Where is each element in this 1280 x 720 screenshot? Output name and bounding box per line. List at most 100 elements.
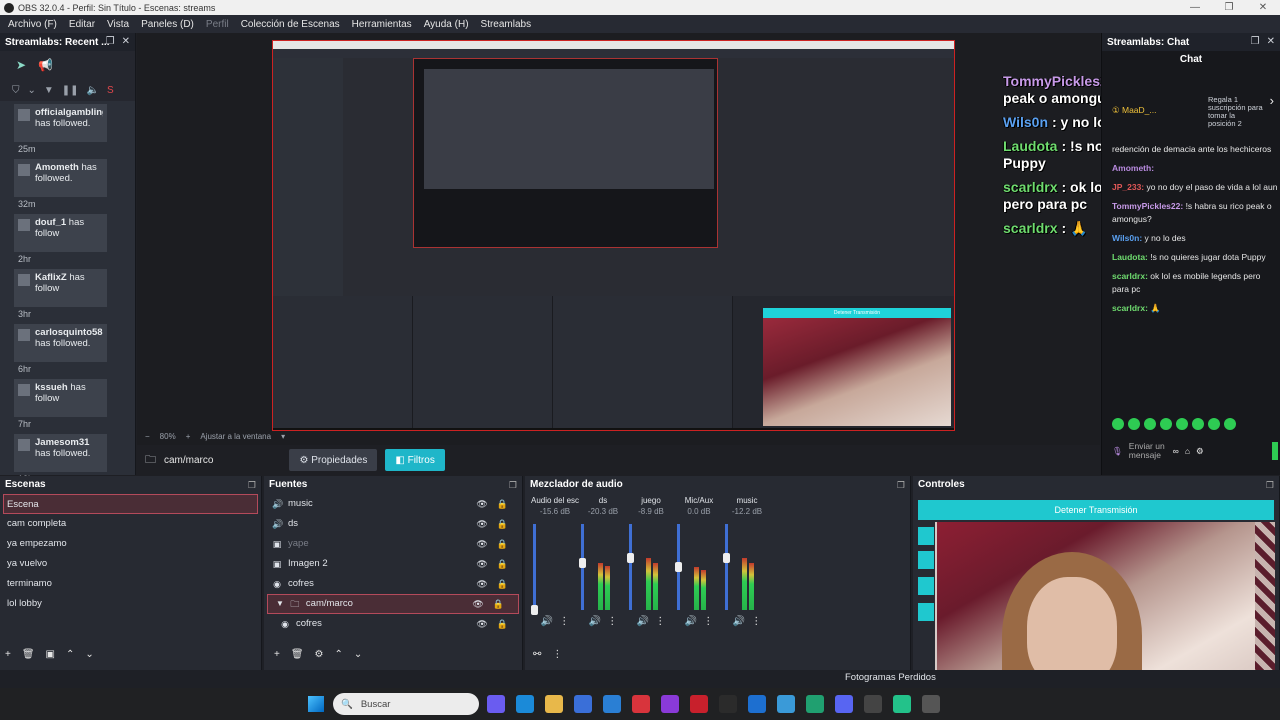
menu-vista[interactable]: Vista (101, 19, 135, 30)
menu-perfil[interactable]: Perfil (200, 19, 235, 30)
stream-preview[interactable]: Detener Transmisión (272, 40, 955, 431)
shield-icon[interactable]: ⛉ (12, 85, 20, 96)
top-supporter[interactable]: ① MaaD_... (1112, 105, 1157, 116)
pause-icon[interactable]: ❚❚ (62, 85, 79, 96)
lock-icon[interactable]: 🔒 (497, 494, 508, 514)
opera-icon[interactable] (632, 695, 650, 713)
fit-label[interactable]: Ajustar a la ventana (200, 432, 271, 441)
event-item[interactable]: Amometh has followed. (14, 159, 107, 197)
streamlabs-icon[interactable]: S (107, 85, 114, 96)
menu-herramientas[interactable]: Herramientas (346, 19, 418, 30)
arrow-up-icon[interactable]: ⌃ (66, 649, 74, 660)
source-item[interactable]: 🔊 ds 👁 🔒 (264, 514, 522, 534)
speaker-icon[interactable]: 🔊 (637, 616, 649, 627)
chat-user[interactable]: Wils0n: (1112, 233, 1142, 243)
more-icon[interactable]: ⋮ (751, 616, 761, 627)
gear-icon[interactable]: ⚙ (1196, 446, 1204, 457)
filter-icon[interactable]: ▼ (44, 85, 54, 96)
event-item[interactable]: Jamesom31 has followed. (14, 434, 107, 472)
app-icon[interactable] (661, 695, 679, 713)
arrow-down-icon[interactable]: ⌄ (354, 649, 362, 660)
mic-icon[interactable]: 🎙 (1112, 446, 1123, 457)
eye-icon[interactable]: 👁 (476, 514, 487, 534)
lock-icon[interactable]: 🔒 (497, 514, 508, 534)
float-icon[interactable]: ❐ (1266, 476, 1274, 494)
event-item[interactable]: douf_1 has follow (14, 214, 107, 252)
megaphone-icon[interactable]: 📢 (38, 58, 53, 72)
lock-icon[interactable]: 🔒 (497, 574, 508, 594)
scene-item[interactable]: terminamo (0, 574, 261, 594)
add-icon[interactable]: + (5, 649, 11, 660)
emote-icon[interactable] (1208, 418, 1220, 430)
chevron-down-icon[interactable]: ⌄ (28, 85, 36, 96)
more-icon[interactable]: ⋮ (607, 616, 617, 627)
source-item[interactable]: ▣ yape 👁 🔒 (264, 534, 522, 554)
emote-icon[interactable] (1192, 418, 1204, 430)
scene-item[interactable]: lol lobby (0, 594, 261, 614)
volume-slider-track[interactable] (725, 524, 728, 610)
chat-user[interactable]: Laudota: (1112, 252, 1148, 262)
chevron-down-icon[interactable]: ▼ (276, 594, 284, 614)
trash-icon[interactable]: 🗑 (291, 649, 304, 660)
event-item[interactable]: officialgamblinga has followed. (14, 104, 107, 142)
volume-slider-track[interactable] (533, 524, 536, 610)
source-item[interactable]: ◉ cofres 👁 🔒 (264, 574, 522, 594)
eye-icon[interactable]: 👁 (476, 574, 487, 594)
discord-icon[interactable] (835, 695, 853, 713)
event-item[interactable]: kssueh has follow (14, 379, 107, 417)
chat-user[interactable]: JP_233: (1112, 182, 1144, 192)
eye-icon[interactable]: 👁 (472, 594, 483, 614)
emote-icon[interactable] (1112, 418, 1124, 430)
properties-button[interactable]: ⚙ Propiedades (289, 449, 378, 471)
source-item[interactable]: ▼ 🗀 cam/marco 👁 🔒 (267, 594, 519, 614)
volume-slider-knob[interactable] (675, 562, 682, 572)
file-explorer-icon[interactable] (545, 695, 563, 713)
control-button[interactable] (918, 551, 934, 569)
float-icon[interactable]: ❐ (897, 476, 905, 494)
source-item[interactable]: 🔊 music 👁 🔒 (264, 494, 522, 514)
zoom-minus[interactable]: − (145, 432, 150, 441)
float-icon[interactable]: ❐ (106, 36, 115, 47)
emote-icon[interactable] (1128, 418, 1140, 430)
source-item[interactable]: ◉ cofres 👁 🔒 (264, 614, 522, 634)
scene-item[interactable]: ya vuelvo (0, 554, 261, 574)
emote-icon[interactable] (1160, 418, 1172, 430)
eye-icon[interactable]: 👁 (476, 554, 487, 574)
emote-icon[interactable] (1144, 418, 1156, 430)
menu-editar[interactable]: Editar (63, 19, 101, 30)
menu-ayuda[interactable]: Ayuda (H) (418, 19, 475, 30)
menu-streamlabs[interactable]: Streamlabs (475, 19, 538, 30)
zoom-plus[interactable]: + (186, 432, 191, 441)
stop-stream-button[interactable]: Detener Transmisión (918, 500, 1274, 520)
emote-icon[interactable] (1224, 418, 1236, 430)
eye-icon[interactable]: 👁 (476, 494, 487, 514)
arrow-up-icon[interactable]: ⌃ (335, 649, 343, 660)
volume-slider-knob[interactable] (531, 605, 538, 615)
scene-item[interactable]: Escena (3, 494, 258, 514)
send-icon[interactable]: ➤ (16, 58, 26, 72)
volume-slider-knob[interactable] (723, 553, 730, 563)
copilot-icon[interactable] (487, 695, 505, 713)
speaker-icon[interactable]: 🔊 (685, 616, 697, 627)
scene-item[interactable]: ya empezamo (0, 534, 261, 554)
chat-user[interactable]: Amometh: (1112, 163, 1154, 173)
maximize-button[interactable]: ❐ (1212, 0, 1246, 15)
gift-sub-text[interactable]: Regala 1 suscripción para tomar la posic… (1208, 96, 1264, 128)
close-icon[interactable]: ✕ (1267, 36, 1275, 47)
float-icon[interactable]: ❐ (1251, 36, 1260, 47)
filter-icon[interactable]: ▣ (46, 649, 55, 660)
taskbar-search[interactable]: 🔍 Buscar (333, 693, 479, 715)
more-icon[interactable]: ⋮ (552, 649, 562, 660)
netflix-icon[interactable] (690, 695, 708, 713)
settings-icon[interactable] (864, 695, 882, 713)
lock-icon[interactable]: 🔒 (493, 594, 504, 614)
app-icon[interactable] (806, 695, 824, 713)
chat-user[interactable]: scarldrx: (1112, 303, 1148, 313)
arrow-down-icon[interactable]: ⌄ (85, 649, 93, 660)
event-item[interactable]: KaflixZ has follow (14, 269, 107, 307)
chat-user[interactable]: TommyPickles22: (1112, 201, 1183, 211)
lock-icon[interactable]: 🔒 (497, 534, 508, 554)
source-item[interactable]: ▣ Imagen 2 👁 🔒 (264, 554, 522, 574)
menu-archivo[interactable]: Archivo (F) (2, 19, 63, 30)
filters-button[interactable]: ◧ Filtros (385, 449, 445, 471)
